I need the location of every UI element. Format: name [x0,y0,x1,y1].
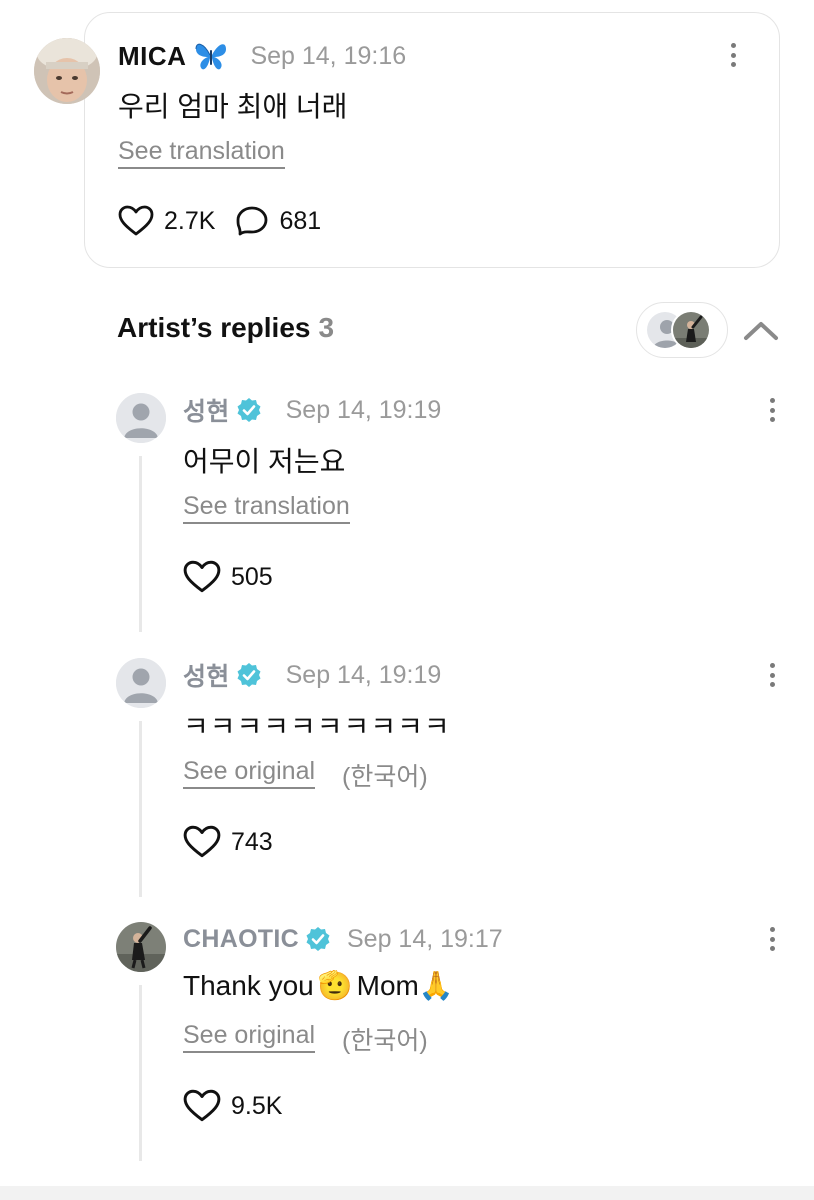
post-header: MICA Sep 14, 19:16 [118,41,406,71]
chevron-up-icon[interactable] [742,316,780,344]
reply-like-button[interactable]: 9.5K [183,1089,282,1123]
post-comment-count: 681 [279,206,322,235]
reply-like-count: 9.5K [231,1091,283,1120]
reply-timestamp: Sep 14, 19:17 [346,924,503,953]
reply-author-avatar[interactable] [116,922,166,972]
reply-more-options-icon[interactable] [766,660,778,690]
saluting-face-emoji-icon: 🫡 [317,970,353,1001]
reply-author-avatar[interactable] [116,393,166,443]
butterfly-icon [195,43,227,70]
heart-icon [183,1089,221,1122]
post-card: MICA Sep 14, 19:16 우리 엄마 최애 너래 See trans… [84,12,780,268]
reply-like-count: 743 [231,827,273,856]
folded-hands-emoji-icon: 🙏 [418,970,454,1001]
artist-replies-header: Artist’s replies 3 [117,312,334,344]
post-text: 우리 엄마 최애 너래 [118,91,348,122]
artist-replies-title: Artist’s replies [117,312,311,343]
reply-author-name[interactable]: 성현 [183,392,230,428]
reply-text-part: Mom [356,969,419,1001]
reply-text: 어무이 저는요 [183,446,346,477]
chaotic-avatar-icon [671,310,711,350]
reply-text-part: Thank you [183,969,314,1001]
post-more-options-icon[interactable] [727,40,739,70]
heart-icon [183,825,221,858]
verified-badge-icon [237,663,261,687]
comment-bubble-icon [237,206,268,236]
reply-author-avatar[interactable] [116,658,166,708]
reply-timestamp: Sep 14, 19:19 [285,660,442,689]
heart-icon [118,205,154,236]
heart-icon [183,560,221,593]
reply-like-button[interactable]: 743 [183,825,273,859]
reply-more-options-icon[interactable] [766,924,778,954]
reply-see-original-link[interactable]: See original [183,1021,316,1053]
bottom-divider [0,1186,814,1200]
reply-like-button[interactable]: 505 [183,560,273,594]
post-see-translation-link[interactable]: See translation [118,137,285,169]
reply-header: CHAOTIC Sep 14, 19:17 [183,924,503,954]
reply-see-translation-link[interactable]: See translation [183,492,350,524]
reply-language-note: (한국어) [342,1027,428,1055]
post-like-count: 2.7K [164,206,216,235]
page: MICA Sep 14, 19:16 우리 엄마 최애 너래 See trans… [0,0,814,1200]
post-comment-button[interactable]: 681 [235,205,321,237]
artist-replies-count: 3 [318,312,335,343]
post-timestamp: Sep 14, 19:16 [250,41,407,70]
reply-language-note: (한국어) [342,763,428,791]
post-author-avatar[interactable] [34,38,100,104]
thread-line [139,985,142,1161]
reply-like-count: 505 [231,562,273,591]
reply-author-name[interactable]: 성현 [183,657,230,693]
thread-line [139,456,142,632]
reply-text: ㅋㅋㅋㅋㅋㅋㅋㅋㅋㅋ [183,711,451,742]
reply-header: 성현 Sep 14, 19:19 [183,657,442,693]
reply-more-options-icon[interactable] [766,395,778,425]
post-author-name[interactable]: MICA [118,41,186,72]
verified-badge-icon [237,398,261,422]
post-like-button[interactable]: 2.7K [118,205,215,237]
reply-text: Thank you 🫡 Mom 🙏 [183,969,458,1002]
post-stats: 2.7K 681 [118,205,341,237]
thread-line [139,721,142,897]
reply-timestamp: Sep 14, 19:19 [285,395,442,424]
verified-badge-icon [306,927,330,951]
reply-header: 성현 Sep 14, 19:19 [183,392,442,428]
artist-avatar-stack[interactable] [636,302,728,358]
reply-author-name[interactable]: CHAOTIC [183,925,299,954]
reply-see-original-link[interactable]: See original [183,757,316,789]
